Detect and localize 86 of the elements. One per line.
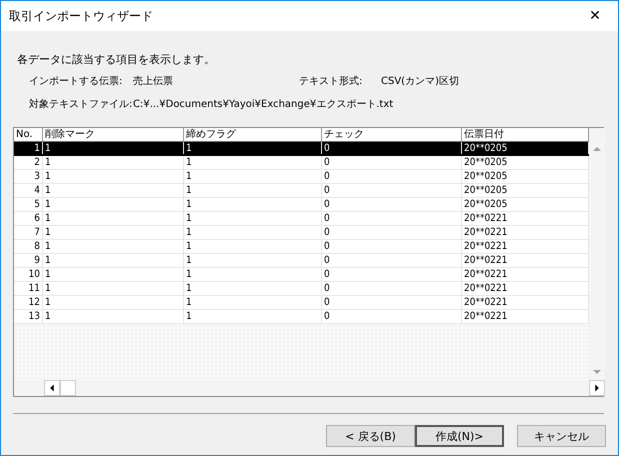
table-cell: 5 xyxy=(14,198,43,211)
table-cell: 0 xyxy=(322,240,462,253)
table-cell: 1 xyxy=(184,170,322,183)
table-cell: 11 xyxy=(14,282,43,295)
vertical-scrollbar[interactable] xyxy=(589,128,605,380)
table-row[interactable]: 2 1 1 0 20**0205 xyxy=(14,156,589,170)
table-cell: 0 xyxy=(322,170,462,183)
dialog-button[interactable]: キャンセル xyxy=(517,425,606,447)
scroll-thumb[interactable] xyxy=(60,380,76,396)
field-value: C:¥...¥Documents¥Yayoi¥Exchange¥エクスポート.txt xyxy=(133,98,394,111)
table-cell: 1 xyxy=(43,226,184,239)
intro-text: 各データに該当する項目を表示します。 xyxy=(17,52,216,67)
table-row[interactable]: 1 1 1 0 20**0205 xyxy=(14,142,589,156)
table-cell: 12 xyxy=(14,296,43,309)
table-row[interactable]: 13 1 1 0 20**0221 xyxy=(14,310,589,324)
table-row[interactable]: 8 1 1 0 20**0221 xyxy=(14,240,589,254)
field-label: インポートする伝票: xyxy=(29,75,124,88)
table-cell: 1 xyxy=(184,226,322,239)
table-row[interactable]: 4 1 1 0 20**0205 xyxy=(14,184,589,198)
table-cell: 3 xyxy=(14,170,43,183)
table-cell: 1 xyxy=(184,296,322,309)
table-row[interactable]: 9 1 1 0 20**0221 xyxy=(14,254,589,268)
table-row[interactable]: 10 1 1 0 20**0221 xyxy=(14,268,589,282)
table-cell: 0 xyxy=(322,198,462,211)
table-cell: 0 xyxy=(322,156,462,169)
table-cell: 6 xyxy=(14,212,43,225)
table-cell: 7 xyxy=(14,226,43,239)
dialog-button[interactable]: 作成(N)> xyxy=(415,425,504,447)
field-value: CSV(カンマ)区切 xyxy=(381,74,460,88)
horizontal-scrollbar[interactable] xyxy=(14,380,605,396)
table-cell: 1 xyxy=(184,212,322,225)
table-cell: 1 xyxy=(43,212,184,225)
table-cell: 9 xyxy=(14,254,43,267)
table-cell: 0 xyxy=(322,142,462,154)
table-cell: 4 xyxy=(14,184,43,197)
table-cell: 1 xyxy=(43,268,184,281)
column-header[interactable]: No. xyxy=(14,128,43,141)
table-cell: 0 xyxy=(322,254,462,267)
table-cell: 1 xyxy=(184,198,322,211)
table-cell: 0 xyxy=(322,310,462,323)
table-cell: 1 xyxy=(43,254,184,267)
close-button[interactable]: ✕ xyxy=(572,1,618,31)
table-cell: 0 xyxy=(322,268,462,281)
dialog-button[interactable]: < 戻る(B) xyxy=(326,425,415,447)
column-header[interactable]: 削除マーク xyxy=(43,128,184,141)
table-cell: 1 xyxy=(184,282,322,295)
table-cell: 1 xyxy=(43,282,184,295)
table-cell: 1 xyxy=(184,254,322,267)
table-cell: 1 xyxy=(184,142,322,154)
table-cell: 10 xyxy=(14,268,43,281)
table-cell: 0 xyxy=(322,296,462,309)
table-cell: 1 xyxy=(184,310,322,323)
table-row[interactable]: 6 1 1 0 20**0221 xyxy=(14,212,589,226)
field-label: テキスト形式: xyxy=(299,74,364,88)
table-row[interactable]: 7 1 1 0 20**0221 xyxy=(14,226,589,240)
table-cell: 1 xyxy=(43,296,184,309)
table-cell: 13 xyxy=(14,310,43,323)
table-row[interactable]: 11 1 1 0 20**0221 xyxy=(14,282,589,296)
table-cell: 0 xyxy=(322,212,462,225)
table-row[interactable]: 12 1 1 0 20**0221 xyxy=(14,296,589,310)
table-cell: 1 xyxy=(43,156,184,169)
field-label: 対象テキストファイル: xyxy=(29,98,133,111)
table-cell: 1 xyxy=(43,170,184,183)
table-row[interactable]: 3 1 1 0 20**0205 xyxy=(14,170,589,184)
table-cell: 1 xyxy=(43,310,184,323)
scroll-right-icon[interactable] xyxy=(589,380,605,396)
scroll-left-icon[interactable] xyxy=(44,380,60,396)
column-header[interactable]: 締めフラグ xyxy=(184,128,322,141)
field-value: 売上伝票 xyxy=(133,74,174,88)
table-cell: 1 xyxy=(184,156,322,169)
table-cell: 0 xyxy=(322,226,462,239)
table-cell: 1 xyxy=(43,184,184,197)
table-cell: 1 xyxy=(184,240,322,253)
column-header[interactable]: チェック xyxy=(322,128,462,141)
table-row[interactable]: 5 1 1 0 20**0205 xyxy=(14,198,589,212)
table-cell: 1 xyxy=(43,142,184,154)
table-cell: 0 xyxy=(322,282,462,295)
table-cell: 1 xyxy=(43,240,184,253)
table-cell: 1 xyxy=(184,184,322,197)
table-cell: 1 xyxy=(43,198,184,211)
table-cell: 2 xyxy=(14,156,43,169)
table-cell: 8 xyxy=(14,240,43,253)
table-cell: 1 xyxy=(14,142,43,154)
table-cell: 1 xyxy=(184,268,322,281)
table-cell: 0 xyxy=(322,184,462,197)
window-title: 取引インポートウィザード xyxy=(9,8,153,24)
